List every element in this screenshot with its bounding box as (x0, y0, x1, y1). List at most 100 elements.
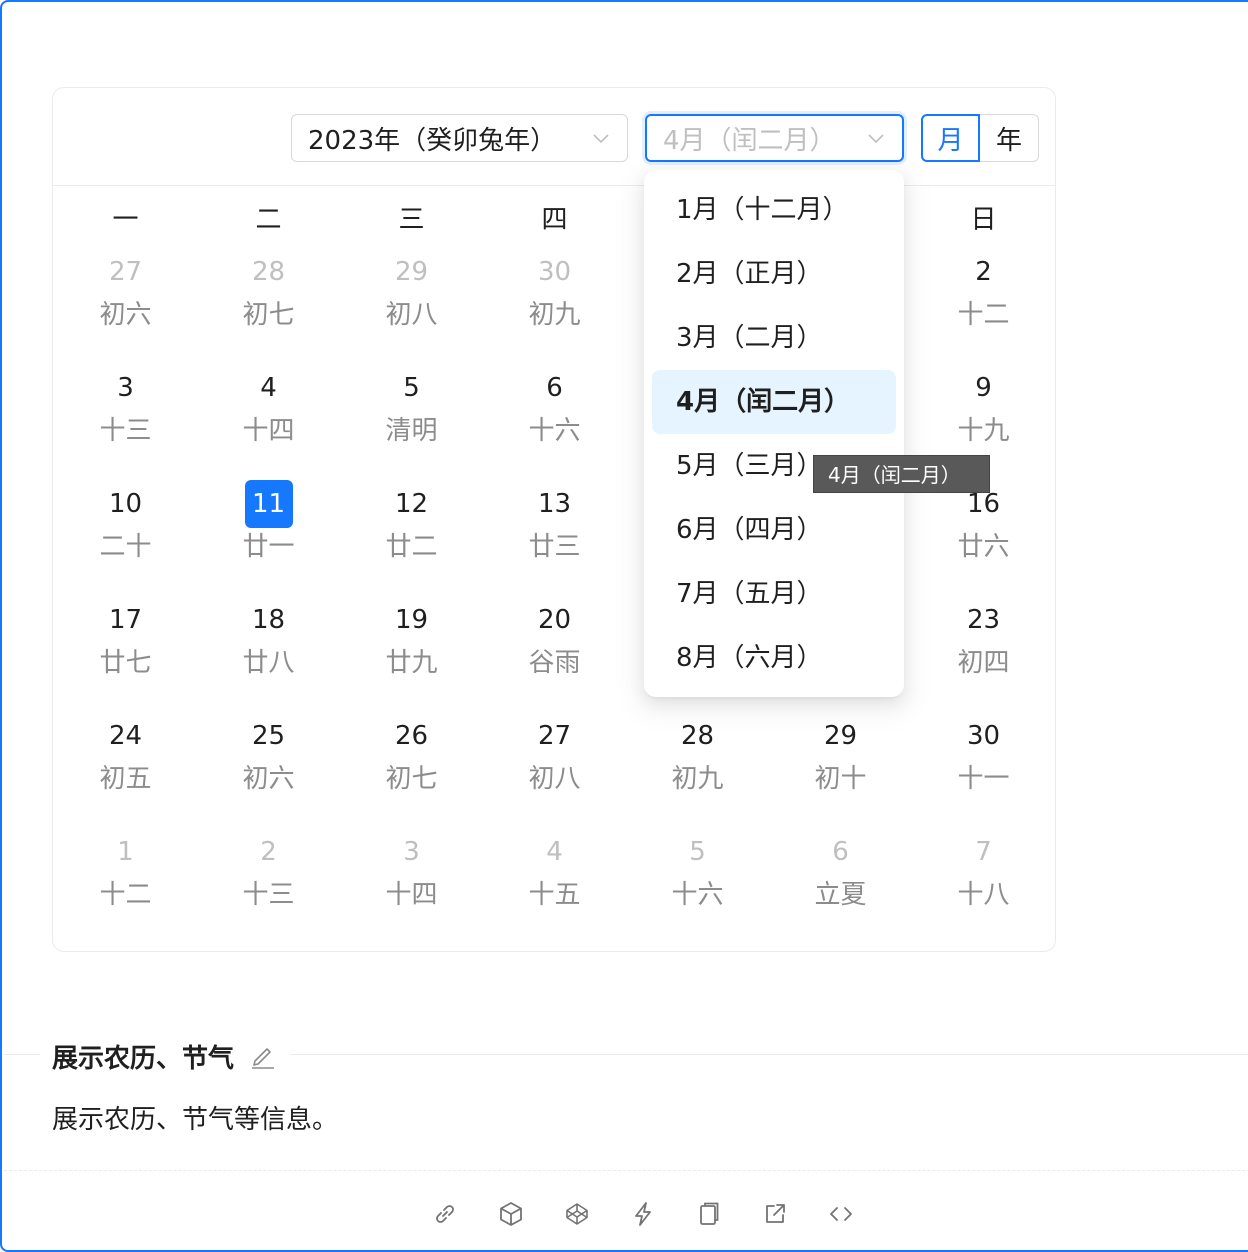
lunar-date: 十一 (957, 764, 1010, 794)
weekday-label: 日 (970, 205, 997, 235)
month-select[interactable]: 4月（闰二月） (645, 114, 904, 162)
lunar-date: 十二 (99, 880, 152, 910)
date-cell[interactable]: 16 廿六 (912, 480, 1055, 596)
date-number: 27 (537, 721, 572, 751)
month-option[interactable]: 3月（二月） (652, 306, 896, 370)
date-cell[interactable]: 30 初九 (483, 248, 626, 364)
date-cell[interactable]: 28 初九 (626, 712, 769, 828)
mode-year-button[interactable]: 年 (980, 114, 1039, 162)
lunar-date: 十六 (671, 880, 724, 910)
date-number: 18 (251, 605, 286, 635)
date-number: 3 (403, 837, 420, 867)
date-cell[interactable]: 25 初六 (197, 712, 340, 828)
date-cell[interactable]: 6 立夏 (769, 828, 912, 944)
date-cell[interactable]: 28 初七 (197, 248, 340, 364)
date-cell[interactable]: 4 十五 (483, 828, 626, 944)
date-number: 9 (975, 373, 992, 403)
weekday-label: 四 (541, 205, 568, 235)
code-actions (412, 1192, 874, 1236)
lunar-date: 十八 (957, 880, 1010, 910)
date-number: 4 (260, 373, 277, 403)
lunar-date: 十四 (385, 880, 438, 910)
month-option[interactable]: 7月（五月） (652, 562, 896, 626)
lunar-date: 廿一 (242, 532, 295, 562)
date-cell[interactable]: 17 廿七 (54, 596, 197, 712)
codesandbox-button[interactable] (478, 1192, 544, 1236)
date-number: 7 (975, 837, 992, 867)
lunar-date: 廿八 (242, 648, 295, 678)
date-cell[interactable]: 12 廿二 (340, 480, 483, 596)
codepen-button[interactable] (544, 1192, 610, 1236)
date-cell[interactable]: 5 清明 (340, 364, 483, 480)
date-cell[interactable]: 3 十四 (340, 828, 483, 944)
chevron-down-icon (593, 134, 609, 144)
date-number: 29 (823, 721, 858, 751)
date-cell[interactable]: 18 廿八 (197, 596, 340, 712)
date-number: 13 (537, 489, 572, 519)
weekday-label: 一 (112, 205, 139, 235)
lunar-date: 十九 (957, 416, 1010, 446)
lunar-date: 初十 (814, 764, 867, 794)
date-cell[interactable]: 23 初四 (912, 596, 1055, 712)
date-number: 26 (394, 721, 429, 751)
date-cell[interactable]: 24 初五 (54, 712, 197, 828)
edit-icon[interactable] (248, 1041, 278, 1071)
lunar-date: 十六 (528, 416, 581, 446)
copy-button[interactable] (676, 1192, 742, 1236)
date-cell[interactable]: 13 廿三 (483, 480, 626, 596)
weekday-label: 三 (398, 205, 425, 235)
date-number: 29 (394, 257, 429, 287)
date-cell[interactable]: 29 初十 (769, 712, 912, 828)
section-description: 展示农历、节气等信息。 (52, 1105, 339, 1135)
codepen-icon (566, 1203, 588, 1225)
date-cell[interactable]: 4 十四 (197, 364, 340, 480)
year-select[interactable]: 2023年（癸卯兔年） (291, 114, 628, 162)
date-number: 28 (251, 257, 286, 287)
show-code-button[interactable] (808, 1192, 874, 1236)
date-cell[interactable]: 7 十八 (912, 828, 1055, 944)
date-number: 6 (546, 373, 563, 403)
open-external-icon (766, 1204, 785, 1223)
date-cell[interactable]: 19 廿九 (340, 596, 483, 712)
lunar-date: 十三 (242, 880, 295, 910)
link-button[interactable] (412, 1192, 478, 1236)
date-cell[interactable]: 2 十二 (912, 248, 1055, 364)
link-icon (436, 1205, 454, 1223)
year-select-value: 2023年（癸卯兔年） (308, 125, 557, 156)
lunar-date: 初六 (99, 300, 152, 330)
stackblitz-button[interactable] (610, 1192, 676, 1236)
date-number: 17 (108, 605, 143, 635)
lunar-date: 廿三 (528, 532, 581, 562)
date-cell[interactable]: 10 二十 (54, 480, 197, 596)
date-cell[interactable]: 6 十六 (483, 364, 626, 480)
mode-month-button[interactable]: 月 (921, 114, 980, 162)
open-external-button[interactable] (742, 1192, 808, 1236)
date-cell[interactable]: 20 谷雨 (483, 596, 626, 712)
date-cell-today[interactable]: 11 廿一 (197, 480, 340, 596)
date-cell[interactable]: 29 初八 (340, 248, 483, 364)
lunar-date: 十二 (957, 300, 1010, 330)
copy-icon (700, 1202, 719, 1225)
date-cell[interactable]: 2 十三 (197, 828, 340, 944)
date-cell[interactable]: 5 十六 (626, 828, 769, 944)
date-number: 11 (244, 480, 293, 528)
lunar-date: 十五 (528, 880, 581, 910)
lunar-date: 初五 (99, 764, 152, 794)
date-cell[interactable]: 30 十一 (912, 712, 1055, 828)
date-cell[interactable]: 1 十二 (54, 828, 197, 944)
month-option[interactable]: 2月（正月） (652, 242, 896, 306)
month-option[interactable]: 8月（六月） (652, 626, 896, 690)
code-icon (830, 1207, 852, 1221)
date-cell[interactable]: 3 十三 (54, 364, 197, 480)
lunar-date: 初九 (528, 300, 581, 330)
month-option[interactable]: 4月（闰二月） (652, 370, 896, 434)
date-cell[interactable]: 27 初八 (483, 712, 626, 828)
date-number: 5 (403, 373, 420, 403)
date-cell[interactable]: 26 初七 (340, 712, 483, 828)
month-option[interactable]: 6月（四月） (652, 498, 896, 562)
lunar-date: 初七 (242, 300, 295, 330)
date-number: 6 (832, 837, 849, 867)
date-cell[interactable]: 27 初六 (54, 248, 197, 364)
month-option[interactable]: 1月（十二月） (652, 178, 896, 242)
tooltip: 4月（闰二月） (813, 455, 990, 493)
